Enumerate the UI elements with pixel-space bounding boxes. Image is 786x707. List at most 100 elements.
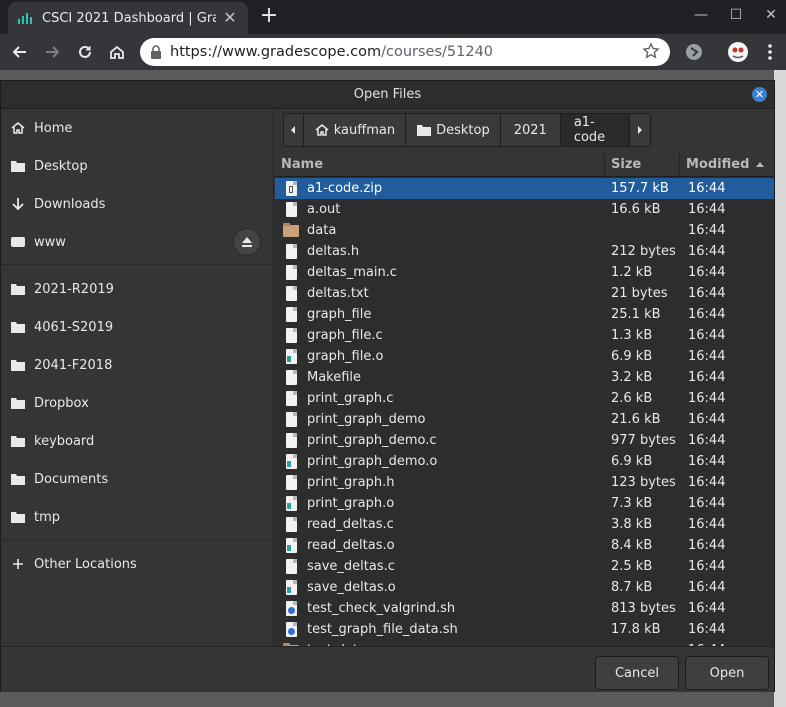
open-button[interactable]: Open bbox=[685, 656, 769, 690]
sidebar-item-label: keyboard bbox=[34, 433, 95, 449]
home-icon bbox=[10, 120, 26, 136]
eject-icon[interactable] bbox=[233, 228, 261, 256]
file-row[interactable]: test_graph_file_data.sh 17.8 kB 16:44 bbox=[275, 619, 774, 640]
forward-arrow-icon[interactable] bbox=[40, 40, 64, 64]
column-header-modified[interactable]: Modified bbox=[680, 153, 774, 177]
browser-menu-icon[interactable] bbox=[758, 40, 782, 64]
maximize-icon[interactable]: ☐ bbox=[727, 6, 745, 24]
folder-icon bbox=[10, 319, 26, 335]
file-modified: 16:44 bbox=[688, 181, 726, 196]
window-close-icon[interactable]: ✕ bbox=[762, 6, 780, 24]
file-modified: 16:44 bbox=[688, 580, 726, 595]
object-file-icon bbox=[275, 535, 307, 556]
file-row[interactable]: data 16:44 bbox=[275, 220, 774, 241]
extension-icon[interactable] bbox=[682, 40, 706, 64]
file-row[interactable]: Makefile 3.2 kB 16:44 bbox=[275, 367, 774, 388]
file-row[interactable]: print_graph_demo.o 6.9 kB 16:44 bbox=[275, 451, 774, 472]
file-row[interactable]: print_graph.c 2.6 kB 16:44 bbox=[275, 388, 774, 409]
file-name: test_graph_file_data.sh bbox=[307, 622, 458, 637]
bookmark-star-icon[interactable] bbox=[642, 42, 660, 60]
sidebar-item-home[interactable]: Home bbox=[1, 112, 273, 144]
file-row[interactable]: a.out 16.6 kB 16:44 bbox=[275, 199, 774, 220]
file-icon bbox=[275, 556, 307, 577]
path-segment-kauffman[interactable]: kauffman bbox=[304, 114, 407, 146]
file-size: 21 bytes bbox=[611, 286, 668, 301]
sidebar-item-dropbox[interactable]: Dropbox bbox=[1, 387, 273, 419]
file-modified: 16:44 bbox=[688, 517, 726, 532]
tab-close-icon[interactable]: ✕ bbox=[222, 10, 238, 26]
file-row[interactable]: deltas_main.c 1.2 kB 16:44 bbox=[275, 262, 774, 283]
file-modified: 16:44 bbox=[688, 538, 726, 553]
column-header-size[interactable]: Size bbox=[605, 153, 680, 177]
profile-avatar-icon[interactable] bbox=[726, 40, 750, 64]
file-icon bbox=[275, 367, 307, 388]
file-row[interactable]: print_graph.o 7.3 kB 16:44 bbox=[275, 493, 774, 514]
file-row[interactable]: a1-code.zip 157.7 kB 16:44 bbox=[275, 178, 774, 199]
file-name: deltas.h bbox=[307, 244, 360, 259]
sidebar-item-www[interactable]: www bbox=[1, 226, 273, 258]
path-segment-a1-code[interactable]: a1-code bbox=[560, 114, 631, 146]
browser-tab[interactable]: CSCI 2021 Dashboard | Grad ✕ bbox=[8, 2, 248, 34]
path-segment-desktop[interactable]: Desktop bbox=[406, 114, 501, 146]
back-arrow-icon[interactable] bbox=[8, 40, 32, 64]
file-icon bbox=[275, 514, 307, 535]
file-row[interactable]: graph_file.c 1.3 kB 16:44 bbox=[275, 325, 774, 346]
path-scroll-right-icon[interactable] bbox=[630, 114, 650, 146]
file-row[interactable]: graph_file.o 6.9 kB 16:44 bbox=[275, 346, 774, 367]
file-row[interactable]: deltas.h 212 bytes 16:44 bbox=[275, 241, 774, 262]
script-file-icon bbox=[275, 598, 307, 619]
file-name: print_graph_demo.c bbox=[307, 433, 437, 448]
file-size: 2.5 kB bbox=[611, 559, 653, 574]
file-icon bbox=[275, 472, 307, 493]
sidebar-item-label: Other Locations bbox=[34, 556, 137, 572]
dialog-close-icon[interactable]: ✕ bbox=[752, 87, 767, 102]
home-page-icon[interactable] bbox=[105, 40, 129, 64]
file-row[interactable]: print_graph.h 123 bytes 16:44 bbox=[275, 472, 774, 493]
file-list: Name Size Modified a1-code.zip 157.7 kB 16… bbox=[275, 153, 774, 646]
reload-icon[interactable] bbox=[73, 40, 97, 64]
sidebar-item-label: Documents bbox=[34, 471, 109, 487]
page-edge bbox=[774, 70, 786, 707]
sidebar-item-desktop[interactable]: Desktop bbox=[1, 150, 273, 182]
download-arrow-icon bbox=[10, 196, 26, 212]
column-header-name[interactable]: Name bbox=[275, 153, 605, 177]
sidebar-item-label: Home bbox=[34, 120, 73, 136]
sidebar-item-label: 2021-R2019 bbox=[34, 281, 114, 297]
file-size: 2.6 kB bbox=[611, 391, 653, 406]
file-modified: 16:44 bbox=[688, 202, 726, 217]
file-row[interactable]: save_deltas.c 2.5 kB 16:44 bbox=[275, 556, 774, 577]
file-modified: 16:44 bbox=[688, 433, 726, 448]
path-segment-2021[interactable]: 2021 bbox=[501, 114, 561, 146]
sidebar-item-documents[interactable]: Documents bbox=[1, 463, 273, 495]
browser-tab-bar: CSCI 2021 Dashboard | Grad ✕ + — ☐ ✕ bbox=[0, 0, 786, 34]
file-row[interactable]: print_graph_demo 21.6 kB 16:44 bbox=[275, 409, 774, 430]
file-icon bbox=[275, 304, 307, 325]
file-row[interactable]: graph_file 25.1 kB 16:44 bbox=[275, 304, 774, 325]
file-size: 7.3 kB bbox=[611, 496, 653, 511]
cancel-button[interactable]: Cancel bbox=[595, 656, 679, 690]
path-scroll-left-icon[interactable] bbox=[284, 114, 304, 146]
file-icon bbox=[275, 325, 307, 346]
file-name: read_deltas.c bbox=[307, 517, 394, 532]
sidebar-item-2041-f2018[interactable]: 2041-F2018 bbox=[1, 349, 273, 381]
file-row[interactable]: test_check_valgrind.sh 813 bytes 16:44 bbox=[275, 598, 774, 619]
minimize-icon[interactable]: — bbox=[692, 6, 710, 24]
sidebar-divider bbox=[1, 264, 273, 265]
sidebar-item-2021-r2019[interactable]: 2021-R2019 bbox=[1, 273, 273, 305]
sidebar-item-keyboard[interactable]: keyboard bbox=[1, 425, 273, 457]
file-row[interactable]: save_deltas.o 8.7 kB 16:44 bbox=[275, 577, 774, 598]
address-bar[interactable]: https://www.gradescope.com/courses/51240 bbox=[140, 38, 670, 66]
file-name: Makefile bbox=[307, 370, 362, 385]
file-row[interactable]: deltas.txt 21 bytes 16:44 bbox=[275, 283, 774, 304]
sidebar-item-label: Dropbox bbox=[34, 395, 89, 411]
tab-title: CSCI 2021 Dashboard | Grad bbox=[42, 10, 216, 26]
file-row[interactable]: read_deltas.o 8.4 kB 16:44 bbox=[275, 535, 774, 556]
sidebar-item-tmp[interactable]: tmp bbox=[1, 501, 273, 533]
sidebar-item-other-locations[interactable]: Other Locations bbox=[1, 548, 273, 580]
new-tab-icon[interactable]: + bbox=[258, 5, 280, 27]
file-row[interactable]: print_graph_demo.c 977 bytes 16:44 bbox=[275, 430, 774, 451]
sidebar-item-4061-s2019[interactable]: 4061-S2019 bbox=[1, 311, 273, 343]
sidebar-item-downloads[interactable]: Downloads bbox=[1, 188, 273, 220]
file-row[interactable]: read_deltas.c 3.8 kB 16:44 bbox=[275, 514, 774, 535]
file-modified: 16:44 bbox=[688, 391, 726, 406]
